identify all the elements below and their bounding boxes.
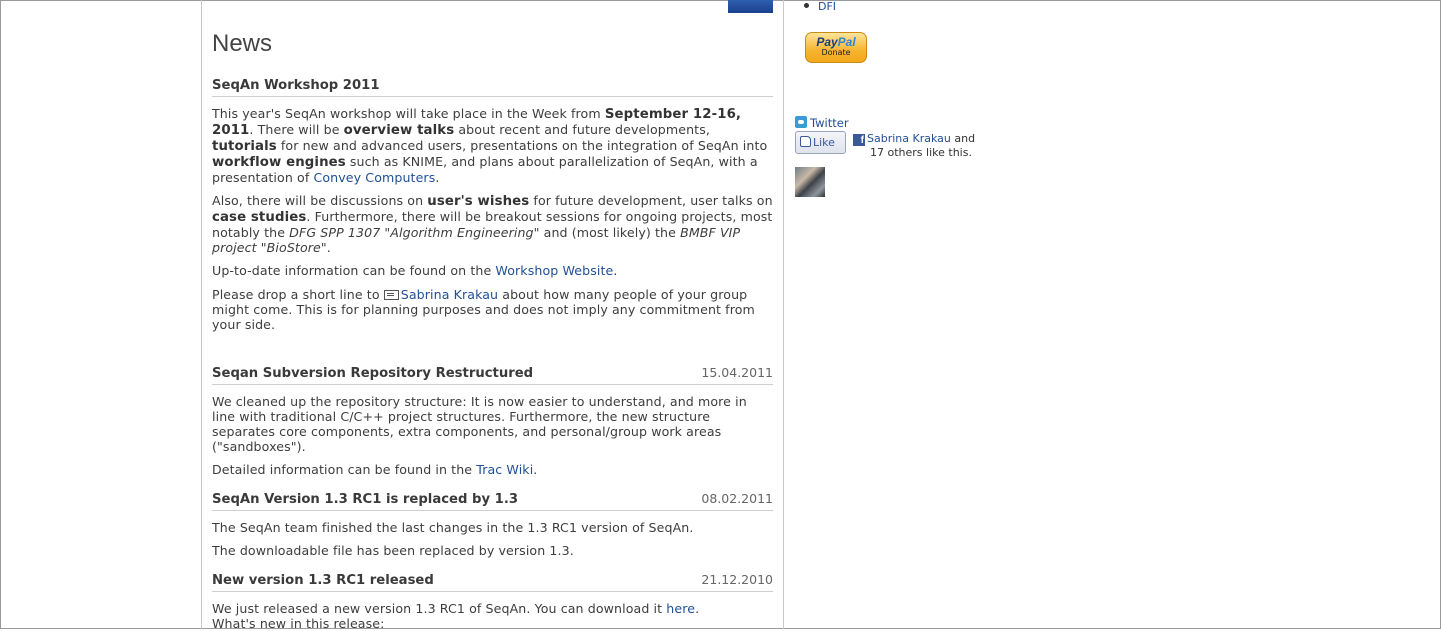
bullet-icon (804, 3, 809, 8)
news-article: Seqan Subversion Repository Restructured… (212, 365, 773, 477)
article-paragraph: We just released a new version 1.3 RC1 o… (212, 601, 773, 616)
sabrina-krakau-email-link[interactable]: Sabrina Krakau (401, 287, 498, 302)
article-title: SeqAn Version 1.3 RC1 is replaced by 1.3 (212, 492, 519, 507)
article-header: Seqan Subversion Repository Restructured… (212, 365, 773, 385)
bold-text: overview talks (343, 123, 455, 138)
facebook-like-info: f Sabrina Krakau and 17 others like this. (853, 132, 975, 160)
bold-text: case studies (212, 210, 307, 225)
workshop-website-link[interactable]: Workshop Website (495, 263, 613, 278)
top-banner-image[interactable] (728, 0, 773, 13)
text: This year's SeqAn workshop will take pla… (212, 106, 605, 121)
twitter-icon (795, 116, 807, 128)
like-label: Like (813, 136, 835, 149)
article-date: 15.04.2011 (701, 365, 773, 380)
facebook-icon: f (853, 134, 865, 146)
text: Up-to-date information can be found on t… (212, 263, 496, 278)
text: for new and advanced users, presentation… (276, 138, 768, 153)
news-article: SeqAn Version 1.3 RC1 is replaced by 1.3… (212, 491, 773, 558)
dfi-link[interactable]: DFI (818, 0, 836, 13)
news-article: SeqAn Workshop 2011 This year's SeqAn wo… (212, 78, 773, 332)
text: . (435, 170, 440, 185)
email-icon (383, 290, 399, 300)
article-title: Seqan Subversion Repository Restructured (212, 366, 534, 381)
fb-others-text: 17 others like this. (870, 146, 972, 159)
paypal-donate-button[interactable]: PayPal Donate (805, 32, 867, 63)
bold-text: user's wishes (427, 194, 530, 209)
article-header: SeqAn Workshop 2011 (212, 78, 773, 97)
article-title: New version 1.3 RC1 released (212, 573, 434, 588)
trac-wiki-link[interactable]: Trac Wiki (476, 462, 533, 477)
article-paragraph: We cleaned up the repository structure: … (212, 394, 747, 454)
twitter-widget: Twitter (795, 116, 849, 130)
bold-text: tutorials (212, 139, 277, 154)
bold-text: workflow engines (212, 155, 346, 170)
text: We just released a new version 1.3 RC1 o… (212, 601, 667, 616)
text: for future development, user talks on (529, 193, 773, 208)
text: . (613, 263, 618, 278)
text: and (most likely) the (539, 225, 681, 240)
article-paragraph: Also, there will be discussions on user'… (212, 193, 773, 255)
page-title: News (212, 30, 273, 57)
paypal-logo-pal: Pal (837, 35, 856, 49)
convey-computers-link[interactable]: Convey Computers (313, 170, 435, 185)
text: and (950, 132, 976, 145)
facebook-avatar[interactable] (795, 167, 825, 197)
article-paragraph: Please drop a short line to Sabrina Krak… (212, 287, 773, 332)
donate-label: Donate (821, 48, 851, 57)
news-article: New version 1.3 RC1 released 21.12.2010 … (212, 572, 773, 631)
text: Detailed information can be found in the (212, 462, 477, 477)
article-paragraph: The SeqAn team finished the last changes… (212, 520, 694, 535)
thumbs-up-icon (800, 136, 811, 147)
article-date: 08.02.2011 (701, 491, 773, 506)
paypal-logo: PayPal (806, 35, 866, 49)
text: about recent and future developments, (454, 122, 710, 137)
article-paragraph: Up-to-date information can be found on t… (212, 263, 773, 278)
article-paragraph: The downloadable file has been replaced … (212, 543, 574, 558)
fb-user-link[interactable]: Sabrina Krakau (867, 132, 951, 145)
twitter-link[interactable]: Twitter (810, 116, 849, 130)
article-paragraph: Detailed information can be found in the… (212, 462, 773, 477)
text: . (533, 462, 538, 477)
facebook-like-button[interactable]: Like (795, 131, 846, 154)
text: . There will be (249, 122, 344, 137)
italic-text: DFG SPP 1307 "Algorithm Engineering" (289, 225, 540, 240)
article-date: 21.12.2010 (701, 572, 773, 587)
text: . (695, 601, 700, 616)
paypal-logo-pay: Pay (816, 35, 838, 49)
article-title: SeqAn Workshop 2011 (212, 78, 380, 93)
text: Please drop a short line to (212, 287, 384, 302)
text: . (326, 240, 331, 255)
download-here-link[interactable]: here (666, 601, 695, 616)
article-header: SeqAn Version 1.3 RC1 is replaced by 1.3… (212, 491, 773, 511)
article-header: New version 1.3 RC1 released 21.12.2010 (212, 572, 773, 592)
article-paragraph: This year's SeqAn workshop will take pla… (212, 106, 773, 185)
text: Also, there will be discussions on (212, 193, 428, 208)
sidebar-list-item: DFI (804, 0, 836, 13)
